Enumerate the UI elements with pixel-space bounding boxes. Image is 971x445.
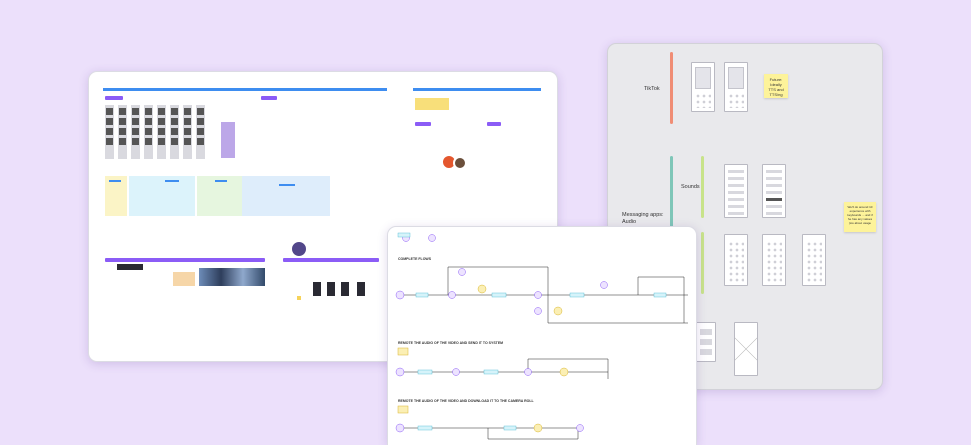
section-label-tiktok: TikTok — [644, 86, 660, 92]
phone-wireframe — [691, 62, 715, 112]
chart-bar — [279, 184, 295, 186]
screen-column — [170, 105, 179, 159]
section-label-messaging: Messaging apps: Audio — [622, 212, 664, 225]
section-tag — [415, 122, 431, 126]
yellow-zone — [105, 176, 127, 216]
card-wireframe — [696, 322, 716, 362]
screen-column — [105, 105, 114, 159]
keypad-wireframe — [802, 234, 826, 286]
flow-board[interactable]: COMPLETE FLOWS REMOTE THE AUDIO OF THE V… — [387, 226, 697, 445]
chart-bar — [109, 180, 121, 182]
header-bar — [413, 88, 541, 91]
keypad-wireframe — [762, 234, 786, 286]
section-tag — [261, 96, 277, 100]
screenshot-strip — [117, 264, 143, 270]
chart-bar — [215, 180, 227, 182]
screen-column — [118, 105, 127, 159]
section-tag — [283, 258, 379, 262]
chart-bar — [165, 180, 179, 182]
flow-diagram — [395, 232, 688, 440]
blue-zone — [129, 176, 195, 216]
green-zone — [197, 176, 242, 216]
list-wireframe — [762, 164, 786, 218]
sticky-dot — [297, 296, 301, 300]
screen-column — [196, 105, 205, 159]
photo-strip — [199, 268, 265, 286]
screen-column — [157, 105, 166, 159]
phone-wireframe — [724, 62, 748, 112]
screenshot-thumb — [327, 282, 335, 296]
screenshot-thumb — [221, 122, 235, 158]
avatar — [453, 156, 467, 170]
screenshot-thumb — [313, 282, 321, 296]
sticky-note: We’ll do around 10 experience with keybo… — [844, 202, 876, 232]
screenshot-thumb — [341, 282, 349, 296]
blue-zone — [242, 176, 330, 216]
section-label-sounds: Sounds — [681, 184, 700, 190]
peach-notes — [173, 272, 195, 286]
section-tag — [105, 258, 161, 262]
section-tag — [105, 96, 123, 100]
screen-column — [144, 105, 153, 159]
keypad-wireframe — [724, 234, 748, 286]
sticky-note: Future: Ideally TTS and TTS/ng — [764, 74, 788, 98]
sticky-note — [415, 98, 449, 110]
list-wireframe — [724, 164, 748, 218]
section-bar-tiktok — [670, 52, 673, 124]
section-bar-sounds-2 — [701, 232, 704, 294]
screen-column — [131, 105, 140, 159]
section-tag — [487, 122, 501, 126]
screenshot-thumb — [357, 282, 365, 296]
avatar — [290, 240, 308, 258]
header-bar — [103, 88, 387, 91]
section-tag — [159, 258, 265, 262]
image-placeholder — [734, 322, 758, 376]
screen-column — [183, 105, 192, 159]
section-bar-sounds — [701, 156, 704, 218]
